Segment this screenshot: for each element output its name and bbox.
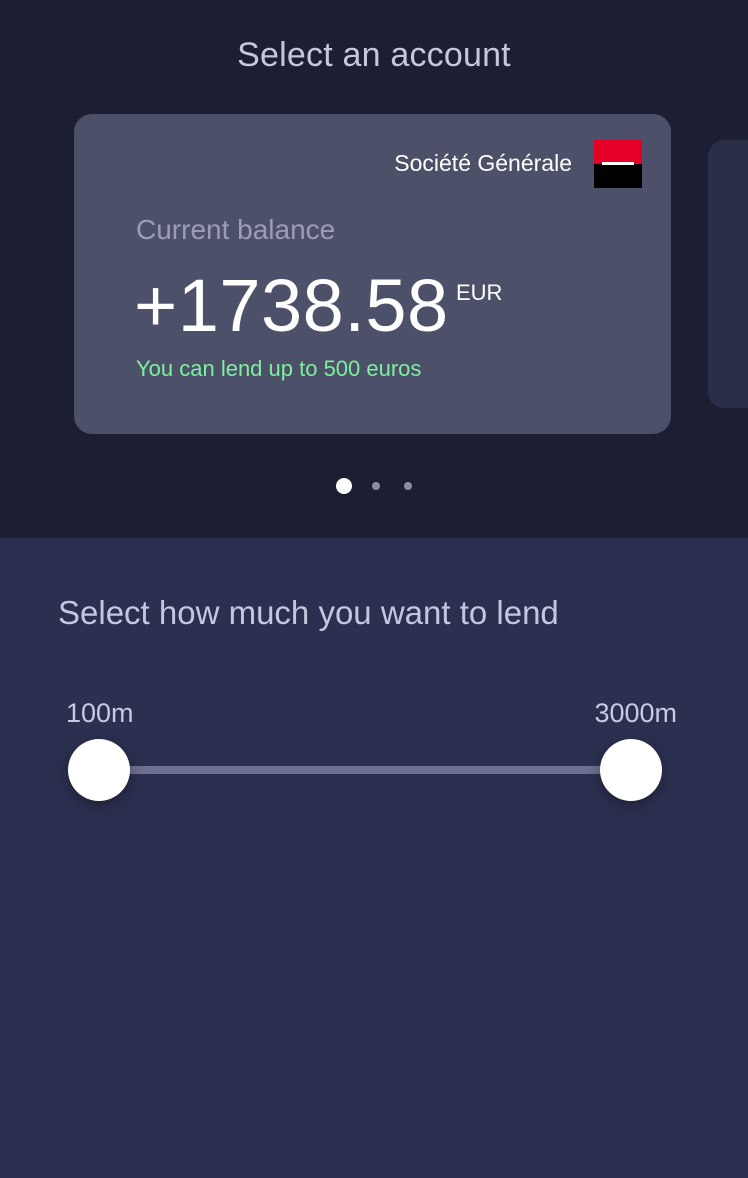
pagination-dot-3[interactable] bbox=[404, 482, 412, 490]
bank-name: Société Générale bbox=[394, 150, 572, 176]
lend-range-slider[interactable] bbox=[68, 738, 662, 802]
balance-label: Current balance bbox=[136, 214, 336, 245]
currency-code: EUR bbox=[456, 280, 503, 305]
lend-amount-section: Select how much you want to lend 100m 30… bbox=[0, 538, 748, 1178]
range-min-label: 100m bbox=[66, 698, 134, 728]
societe-generale-logo-icon bbox=[594, 140, 642, 188]
account-card[interactable]: Société Générale Current balance +1738.5… bbox=[74, 114, 671, 434]
slider-min-thumb[interactable] bbox=[68, 739, 130, 801]
balance-amount: +1738.58 bbox=[134, 264, 449, 347]
logo-black-half bbox=[594, 164, 642, 188]
page-title: Select an account bbox=[237, 36, 511, 74]
lend-section-title: Select how much you want to lend bbox=[58, 594, 559, 631]
account-selector-section: Select an account Société Générale Curre… bbox=[0, 0, 748, 538]
logo-red-half bbox=[594, 140, 642, 164]
carousel-pagination bbox=[336, 478, 416, 494]
pagination-dot-1[interactable] bbox=[336, 478, 352, 494]
lend-limit-note: You can lend up to 500 euros bbox=[136, 356, 422, 381]
slider-track[interactable] bbox=[98, 766, 630, 774]
next-account-card[interactable] bbox=[708, 140, 748, 408]
pagination-dot-2[interactable] bbox=[372, 482, 380, 490]
logo-white-bar bbox=[602, 162, 634, 165]
range-max-label: 3000m bbox=[594, 698, 677, 728]
slider-max-thumb[interactable] bbox=[600, 739, 662, 801]
